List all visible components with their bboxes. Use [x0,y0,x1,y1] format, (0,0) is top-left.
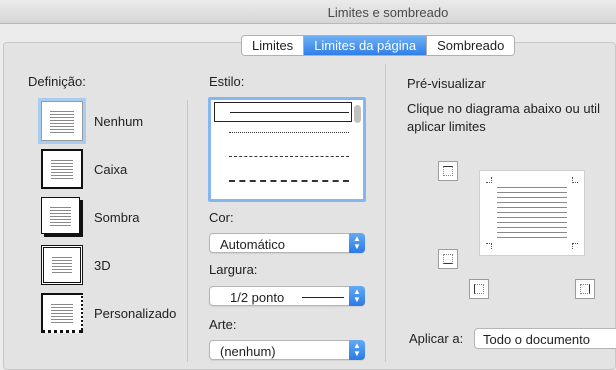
color-select-value: Automático [220,237,286,252]
bottom-border-button[interactable] [438,249,458,269]
definition-label: Definição: [28,74,86,89]
tab-bar: Limites Limites da página Sombreado [241,35,516,56]
setting-box-thumbnail [41,149,83,189]
setting-nenhum-label[interactable]: Nenhum [94,114,143,129]
setting-caixa-label[interactable]: Caixa [94,162,127,177]
style-label: Estilo: [209,74,245,89]
style-list[interactable] [208,97,366,202]
color-select[interactable]: Automático ▲ ▼ [209,233,365,253]
preview-diagram[interactable] [479,170,585,256]
art-label: Arte: [209,317,237,332]
setting-personalizado[interactable] [38,290,86,336]
title-bar: Limites e sombreado [0,0,616,24]
chevron-updown-icon: ▲ ▼ [349,286,365,306]
style-option-dotted[interactable] [229,132,349,133]
setting-nenhum[interactable] [38,98,86,144]
window-title: Limites e sombreado [327,5,449,20]
style-option-solid[interactable] [214,102,352,122]
setting-3d-thumbnail [41,245,83,285]
corner-mark [486,177,492,183]
width-select[interactable]: 1/2 ponto ▲ ▼ [209,286,365,306]
line-sample [302,297,344,298]
left-border-button[interactable] [469,279,489,299]
column-divider [187,100,188,362]
tab-limites[interactable]: Limites [242,36,305,55]
setting-personalizado-label[interactable]: Personalizado [94,306,176,321]
apply-to-value: Todo o documento [483,332,590,347]
tab-limites-da-pagina[interactable]: Limites da página [304,36,428,55]
corner-mark [486,243,492,249]
art-select-value: (nenhum) [220,344,276,359]
width-label: Largura: [209,262,258,277]
setting-3d[interactable] [38,242,86,288]
corner-mark [572,243,578,249]
setting-custom-thumbnail [41,293,83,333]
scrollbar-thumb[interactable] [354,105,361,123]
preview-label: Pré-visualizar [407,76,486,91]
color-label: Cor: [209,210,234,225]
preview-instruction-line2: aplicar limites [407,119,486,134]
apply-to-label: Aplicar a: [409,331,464,346]
preview-instructions: Clique no diagrama abaixo ou util aplica… [407,100,600,136]
tab-sombreado[interactable]: Sombreado [427,36,515,55]
setting-sombra-label[interactable]: Sombra [94,210,140,225]
setting-none-thumbnail [38,98,86,144]
style-option-long-dash[interactable] [229,180,349,182]
preview-text-lines [497,183,567,239]
setting-caixa[interactable] [38,146,86,192]
setting-sombra[interactable] [38,194,86,240]
width-select-value: 1/2 ponto [230,290,285,305]
setting-3d-label[interactable]: 3D [94,258,111,273]
style-option-dashed[interactable] [229,156,349,157]
column-divider-2 [385,64,386,362]
right-border-button[interactable] [575,279,595,299]
chevron-updown-icon: ▲ ▼ [349,340,365,360]
chevron-updown-icon: ▲ ▼ [349,233,365,253]
corner-mark [572,177,578,183]
setting-shadow-thumbnail [41,197,80,234]
art-select[interactable]: (nenhum) ▲ ▼ [209,340,365,360]
preview-instruction-line1: Clique no diagrama abaixo ou util [407,101,600,116]
top-border-button[interactable] [438,161,458,181]
apply-to-select[interactable]: Todo o documento [474,328,616,349]
style-list-scrollbar[interactable] [354,102,361,197]
